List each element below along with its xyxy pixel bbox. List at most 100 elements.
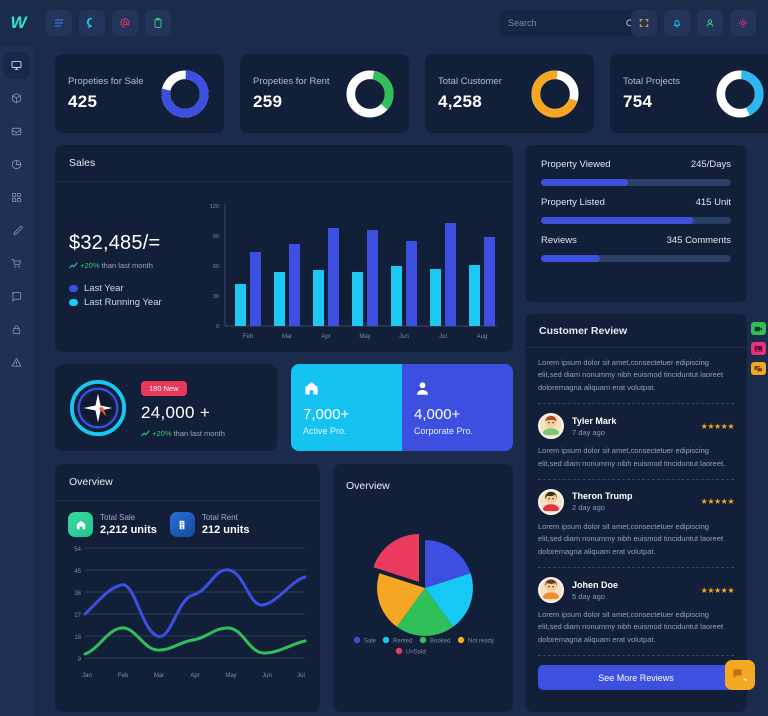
stat-card-properties-for-rent[interactable]: Propeties for Rent 259 [240, 54, 409, 133]
svg-text:May: May [359, 334, 370, 340]
sidebar-item-inbox[interactable] [3, 118, 30, 145]
review-text: Lorem ipsum dolor sit amet,consectetuer … [538, 521, 724, 556]
sidebar-item-lock[interactable] [3, 316, 30, 343]
gear-icon[interactable] [730, 10, 756, 36]
menu-icon[interactable] [46, 10, 72, 36]
progress-value: 345 Comments [666, 235, 731, 246]
chat-icon[interactable] [79, 10, 105, 36]
floating-widget-bar [751, 322, 766, 375]
active-pro-label: Active Pro. [303, 425, 347, 436]
svg-text:90: 90 [213, 234, 219, 240]
mention-icon[interactable] [112, 10, 138, 36]
person-icon [414, 380, 501, 397]
sidebar-item-package[interactable] [3, 85, 30, 112]
progress-fill [541, 217, 693, 224]
divider [538, 478, 734, 480]
sidebar-item-grid-apps[interactable] [3, 184, 30, 211]
overview-pie-header: Overview [333, 464, 513, 494]
sidebar-item-message[interactable] [3, 283, 30, 310]
sales-delta-text: than last month [101, 261, 153, 270]
progress-track [541, 255, 731, 262]
review-item[interactable]: Tyler Mark 7 day ago ★★★★★ Lorem ipsum d… [538, 413, 735, 470]
user-icon[interactable] [697, 10, 723, 36]
svg-text:54: 54 [74, 547, 81, 553]
pro-stats-card: 7,000+ Active Pro. 4,000+ Corporate Pro. [291, 364, 513, 451]
search-input[interactable] [508, 18, 625, 28]
home-icon [303, 380, 390, 397]
fullscreen-icon[interactable] [631, 10, 657, 36]
review-item[interactable]: Theron Trump 2 day ago ★★★★★ Lorem ipsum… [538, 488, 735, 558]
review-text: Lorem ipsum dolor sit amet,consectetuer … [538, 610, 724, 644]
overview-line-header: Overview [55, 464, 320, 501]
overview-stat-label: Total Sale [100, 513, 136, 522]
customer-review-title: Customer Review [539, 324, 628, 337]
sidebar-item-cart[interactable] [3, 250, 30, 277]
chat-bubble-icon[interactable] [751, 362, 766, 375]
total-properties-info: 180 New 24,000 + +20% than last month [141, 378, 225, 438]
sales-card: Sales $32,485/= +20% than last month Las… [55, 145, 513, 352]
trend-up-icon [141, 429, 152, 438]
sidebar [0, 46, 33, 716]
chat-fab-icon[interactable] [725, 660, 755, 690]
video-icon[interactable] [751, 322, 766, 335]
svg-text:Apr: Apr [190, 673, 199, 679]
active-pro-panel[interactable]: 7,000+ Active Pro. [291, 364, 402, 451]
stat-card-total-customer[interactable]: Total Customer 4,258 [425, 54, 594, 133]
total-properties-delta: +20% than last month [141, 429, 225, 438]
customer-review-card: Customer Review Lorem ipsum dolor sit am… [525, 314, 747, 712]
svg-text:60: 60 [213, 264, 219, 270]
delta-value: +20% [152, 428, 172, 438]
bell-icon[interactable] [664, 10, 690, 36]
avatar [538, 577, 564, 603]
search-bar[interactable] [500, 10, 638, 36]
sidebar-item-edit[interactable] [3, 217, 30, 244]
progress-track [541, 217, 731, 224]
svg-text:Jun: Jun [262, 673, 272, 679]
donut-chart-rent [344, 68, 396, 120]
app-logo[interactable]: W [0, 13, 36, 33]
donut-chart-projects [714, 68, 766, 120]
sidebar-item-monitor[interactable] [3, 52, 30, 79]
review-timestamp: 2 day ago [572, 503, 605, 513]
sales-legend: Last Year Last Running Year [69, 283, 205, 308]
stat-card-properties-for-sale[interactable]: Propeties for Sale 425 [55, 54, 224, 133]
overview-line-title: Overview [69, 476, 113, 488]
legend-item-last-year: Last Year [69, 283, 205, 294]
progress-row-reviews: Reviews 345 Comments [541, 235, 731, 262]
overview-pie-title: Overview [346, 480, 390, 492]
progress-fill [541, 255, 600, 262]
corporate-pro-panel[interactable]: 4,000+ Corporate Pro. [402, 364, 513, 451]
svg-text:Feb: Feb [118, 673, 129, 679]
overview-pie-card: Overview Sale Rented Booked Not ready Un… [333, 464, 513, 712]
overview-line-card: Overview Total Sale 2,212 units Total Re… [55, 464, 320, 712]
overview-line-stats: Total Sale 2,212 units Total Rent 212 un… [55, 501, 320, 537]
stat-card-total-projects[interactable]: Total Projects 754 [610, 54, 768, 133]
clipboard-icon[interactable] [145, 10, 171, 36]
review-author-name: Theron Trump [572, 491, 633, 502]
sidebar-item-alert[interactable] [3, 349, 30, 376]
review-timestamp: 7 day ago [572, 427, 605, 437]
svg-text:Booked: Booked [430, 639, 450, 645]
donut-chart-customer [529, 68, 581, 120]
sidebar-item-pie-chart[interactable] [3, 151, 30, 178]
stat-value: 425 [68, 91, 98, 111]
review-item[interactable]: Johen Doe 5 day ago ★★★★★ Lorem ipsum do… [538, 577, 735, 646]
svg-text:Sale: Sale [364, 639, 377, 645]
legend-swatch [69, 299, 78, 306]
legend-item-last-running-year: Last Running Year [69, 297, 205, 308]
image-icon[interactable] [751, 342, 766, 355]
progress-fill [541, 179, 629, 186]
progress-row-property-listed: Property Listed 415 Unit [541, 197, 731, 224]
legend-swatch [69, 285, 78, 292]
divider [538, 403, 734, 405]
stat-value: 4,258 [438, 91, 483, 111]
svg-text:120: 120 [210, 204, 219, 210]
corporate-pro-value: 4,000+ [414, 405, 461, 423]
svg-text:Mar: Mar [154, 673, 164, 679]
building-icon [169, 512, 195, 537]
trend-up-icon [69, 261, 80, 270]
avatar [538, 413, 564, 440]
new-badge: 180 New [141, 380, 187, 396]
see-more-reviews-button[interactable]: See More Reviews [538, 665, 734, 691]
svg-text:Not ready: Not ready [468, 639, 494, 645]
